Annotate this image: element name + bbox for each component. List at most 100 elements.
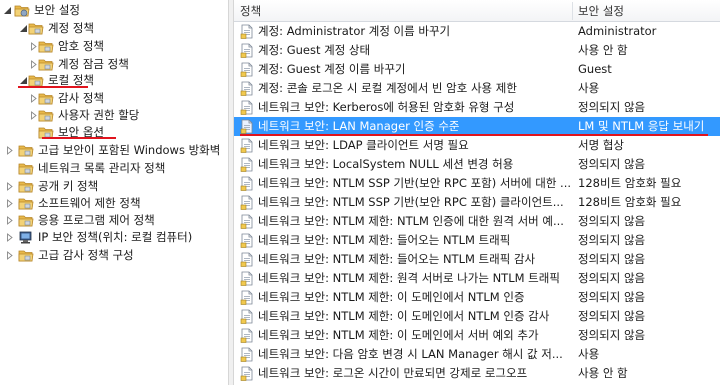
collapsed-arrow-icon[interactable] [6,146,14,155]
policy-document-icon [240,43,254,58]
tree-node-public-key-policy[interactable]: 공개 키 정책 [0,178,228,195]
collapsed-arrow-icon[interactable] [30,42,38,51]
tree-node-label: 고급 감사 정책 구성 [38,248,134,262]
policy-row[interactable]: 계정: 콘솔 로그온 시 로컬 계정에서 빈 암호 사용 제한 사용 [234,79,720,98]
collapsed-arrow-icon[interactable] [6,199,14,208]
folder-icon [18,161,34,176]
policy-row[interactable]: 네트워크 보안: NTLM 제한: 원격 서버로 나가는 NTLM 트래픽 정의되… [234,269,720,288]
policy-document-icon [240,290,254,305]
policy-name: 계정: 콘솔 로그온 시 로컬 계정에서 빈 암호 사용 제한 [258,81,517,95]
tree-node-software-restriction[interactable]: 소프트웨어 제한 정책 [0,195,228,212]
policy-row[interactable]: 계정: Administrator 계정 이름 바꾸기 Administrator [234,22,720,41]
folder-icon [38,39,54,54]
annotation-underline-local-policy [18,86,88,88]
policy-row[interactable]: 네트워크 보안: NTLM 제한: 이 도메인에서 NTLM 인증 정의되지 않음 [234,288,720,307]
tree-node-label: 계정 잠금 정책 [58,57,129,71]
tree-node-label: 계정 정책 [48,21,94,35]
tree-node-label: 공개 키 정책 [38,179,99,193]
policy-setting: 사용 안 함 [578,43,628,57]
policy-row[interactable]: 네트워크 보안: LocalSystem NULL 세션 변경 허용 정의되지 않… [234,155,720,174]
policy-row[interactable]: 네트워크 보안: NTLM 제한: 이 도메인에서 NTLM 인증 감사 정의되지… [234,307,720,326]
policy-row[interactable]: 네트워크 보안: 로그온 시간이 만료되면 강제로 로그오프 사용 안 함 [234,364,720,383]
collapsed-arrow-icon[interactable] [6,233,14,242]
policy-name: 네트워크 보안: Kerberos에 허용된 암호화 유형 구성 [258,100,515,114]
collapsed-arrow-icon[interactable] [30,111,38,120]
column-header-setting[interactable]: 보안 설정 [572,0,720,22]
expanded-arrow-icon[interactable] [20,76,28,85]
tree-node-account-lockout-policy[interactable]: 계정 잠금 정책 [0,56,228,73]
tree-node-windows-firewall[interactable]: 고급 보안이 포함된 Windows 방화벽 [0,142,228,159]
policy-name: 계정: Administrator 계정 이름 바꾸기 [258,24,451,38]
policy-document-icon [240,309,254,324]
policy-document-icon [240,233,254,248]
tree-node-label: 사용자 권한 할당 [58,108,140,122]
policy-row[interactable]: 네트워크 보안: LDAP 클라이언트 서명 필요 서명 협상 [234,136,720,155]
policy-setting: 정의되지 않음 [578,290,646,304]
collapsed-arrow-icon[interactable] [6,251,14,260]
policy-row[interactable]: 네트워크 보안: NTLM 제한: 들어오는 NTLM 트래픽 정의되지 않음 [234,231,720,250]
policy-name: 네트워크 보안: NTLM SSP 기반(보안 RPC 포함) 서버에 대한 .… [258,176,572,190]
tree-node-ip-security-policy[interactable]: IP 보안 정책(위치: 로컬 컴퓨터) [0,229,228,246]
tree-node-password-policy[interactable]: 암호 정책 [0,38,228,55]
settings-folder-icon [14,3,30,18]
policy-name: 네트워크 보안: NTLM 제한: 이 도메인에서 서버 예외 추가 [258,328,539,342]
policy-setting: 정의되지 않음 [578,157,646,171]
tree-node-application-control[interactable]: 응용 프로그램 제어 정책 [0,212,228,229]
policy-name: 네트워크 보안: NTLM 제한: NTLM 인증에 대한 원격 서버 예... [258,214,564,228]
policy-name: 네트워크 보안: 로그온 시간이 만료되면 강제로 로그오프 [258,366,528,380]
policy-setting: Guest [578,62,612,76]
policy-row[interactable]: 네트워크 보안: NTLM 제한: 들어오는 NTLM 트래픽 감사 정의되지 않… [234,250,720,269]
tree-node-user-rights-assignment[interactable]: 사용자 권한 할당 [0,107,228,124]
policy-row[interactable]: 네트워크 보안: NTLM SSP 기반(보안 RPC 포함) 클라이언트...… [234,193,720,212]
policy-name: 네트워크 보안: NTLM SSP 기반(보안 RPC 포함) 클라이언트... [258,195,564,209]
expanded-arrow-icon[interactable] [20,24,28,33]
tree-node-network-list-manager[interactable]: 네트워크 목록 관리자 정책 [0,160,228,177]
policy-document-icon [240,62,254,77]
policy-row[interactable]: 계정: Guest 계정 이름 바꾸기 Guest [234,60,720,79]
policy-tree: 보안 설정 계정 정책 암호 정책 계정 잠금 정책 로컬 정책 감사 정책 사용자 권한 … [0,0,228,385]
policy-row[interactable]: 네트워크 보안: Kerberos에 허용된 암호화 유형 구성 정의되지 않음 [234,98,720,117]
policy-document-icon [240,271,254,286]
policy-setting: 정의되지 않음 [578,309,646,323]
policy-document-icon [240,366,254,381]
policy-setting: 사용 안 함 [578,366,628,380]
policy-document-icon [240,81,254,96]
no-expander [6,164,14,173]
policy-document-icon [240,138,254,153]
column-header-policy[interactable]: 정책 [234,0,572,22]
folder-icon [38,108,54,123]
policy-setting: 정의되지 않음 [578,214,646,228]
expanded-arrow-icon[interactable] [4,6,12,15]
policy-document-icon [240,176,254,191]
policy-name: 네트워크 보안: 다음 암호 변경 시 LAN Manager 해시 값 저..… [258,347,563,361]
annotation-underline-security-options [42,137,116,139]
policy-row[interactable]: 네트워크 보안: 다음 암호 변경 시 LAN Manager 해시 값 저..… [234,345,720,364]
tree-node-label: 감사 정책 [58,91,104,105]
tree-node-advanced-audit-policy[interactable]: 고급 감사 정책 구성 [0,247,228,264]
policy-setting: 서명 협상 [578,138,624,152]
folder-icon [28,21,44,36]
policy-name: 계정: Guest 계정 이름 바꾸기 [258,62,406,76]
policy-document-icon [240,252,254,267]
collapsed-arrow-icon[interactable] [6,182,14,191]
tree-node-label: 보안 설정 [34,3,80,17]
policy-setting: 정의되지 않음 [578,328,646,342]
collapsed-arrow-icon[interactable] [30,60,38,69]
policy-row[interactable]: 네트워크 보안: NTLM SSP 기반(보안 RPC 포함) 서버에 대한 .… [234,174,720,193]
tree-node-security-settings[interactable]: 보안 설정 [0,2,228,19]
collapsed-arrow-icon[interactable] [6,216,14,225]
policy-row[interactable]: 네트워크 보안: NTLM 제한: 이 도메인에서 서버 예외 추가 정의되지 않… [234,326,720,345]
tree-node-audit-policy[interactable]: 감사 정책 [0,90,228,107]
ip-security-icon [18,230,34,245]
folder-icon [18,196,34,211]
policy-row[interactable]: 계정: Guest 계정 상태 사용 안 함 [234,41,720,60]
policy-row[interactable]: 네트워크 보안: NTLM 제한: NTLM 인증에 대한 원격 서버 예...… [234,212,720,231]
policy-document-icon [240,119,254,134]
policy-document-icon [240,214,254,229]
policy-setting: 사용 [578,347,600,361]
tree-node-label: 고급 보안이 포함된 Windows 방화벽 [38,143,221,157]
policy-document-icon [240,195,254,210]
tree-node-account-policy[interactable]: 계정 정책 [0,20,228,37]
collapsed-arrow-icon[interactable] [30,94,38,103]
folder-icon [18,213,34,228]
